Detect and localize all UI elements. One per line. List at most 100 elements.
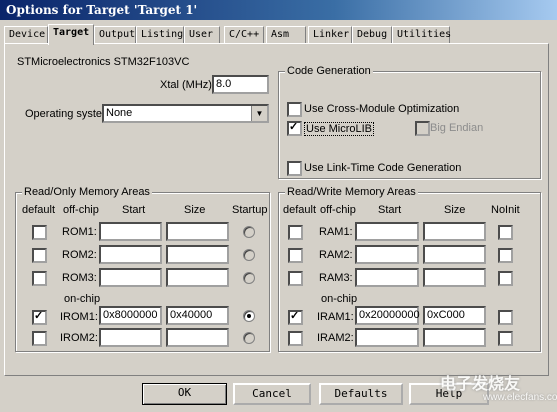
rom3-startup-radio[interactable] [243, 272, 255, 284]
ram2-noinit-checkbox[interactable] [498, 248, 513, 263]
rom1-start-input[interactable] [99, 222, 162, 241]
rom3-size-input[interactable] [166, 268, 229, 287]
rom2-start-input[interactable] [99, 245, 162, 264]
big-endian-checkbox[interactable] [415, 121, 430, 136]
checkmark-icon: ✓ [290, 310, 300, 322]
tab-user[interactable]: User [184, 26, 220, 43]
ram-header-size: Size [444, 204, 466, 216]
rom1-startup-radio[interactable] [243, 226, 255, 238]
ram-onchip-label: on-chip [321, 293, 358, 305]
irom2-default-checkbox[interactable] [32, 331, 47, 346]
rom-header-offchip: off-chip [63, 204, 99, 216]
rom3-start-input[interactable] [99, 268, 162, 287]
tab-utilities[interactable]: Utilities [392, 26, 451, 43]
ram2-default-checkbox[interactable] [288, 248, 303, 263]
cross-module-label: Use Cross-Module Optimization [304, 103, 460, 115]
tab-asm[interactable]: Asm [266, 26, 306, 43]
tab-linker[interactable]: Linker [308, 26, 352, 43]
watermark-text: 电子发烧友 [440, 376, 521, 393]
big-endian-label: Big Endian [430, 122, 484, 134]
rom-header-startup: Startup [232, 204, 268, 216]
rom3-label: ROM3: [62, 272, 97, 284]
tab-device[interactable]: Device [4, 26, 48, 43]
iram2-size-input[interactable] [423, 328, 486, 347]
irom1-label: IROM1: [60, 311, 98, 323]
rom2-startup-radio[interactable] [243, 249, 255, 261]
ram1-size-input[interactable] [423, 222, 486, 241]
rom-onchip-label: on-chip [64, 293, 101, 305]
xtal-input[interactable]: 8.0 [212, 75, 269, 94]
defaults-button[interactable]: Defaults [319, 383, 403, 405]
radio-dot-icon [247, 314, 251, 318]
ram3-noinit-checkbox[interactable] [498, 271, 513, 286]
tab-output[interactable]: Output [94, 26, 136, 43]
code-generation-title: Code Generation [285, 65, 373, 77]
watermark-url: www.elecfans.com [483, 392, 557, 403]
iram1-size-input[interactable]: 0xC000 [423, 306, 486, 325]
ram1-noinit-checkbox[interactable] [498, 225, 513, 240]
ram3-label: RAM3: [319, 272, 353, 284]
irom1-size-input[interactable]: 0x40000 [166, 306, 229, 325]
chevron-down-icon[interactable]: ▼ [251, 106, 267, 121]
iram2-noinit-checkbox[interactable] [498, 331, 513, 346]
link-time-checkbox[interactable] [287, 161, 302, 176]
rom1-default-checkbox[interactable] [32, 225, 47, 240]
checkmark-icon: ✓ [289, 121, 299, 133]
tab-debug[interactable]: Debug [352, 26, 392, 43]
irom2-label: IROM2: [60, 332, 98, 344]
ram1-label: RAM1: [319, 226, 353, 238]
irom2-startup-radio[interactable] [243, 332, 255, 344]
ram-header-offchip: off-chip [320, 204, 356, 216]
ram3-default-checkbox[interactable] [288, 271, 303, 286]
rom1-label: ROM1: [62, 226, 97, 238]
os-select[interactable]: None ▼ [102, 104, 269, 123]
ram2-start-input[interactable] [355, 245, 419, 264]
ram3-start-input[interactable] [355, 268, 419, 287]
checkmark-icon: ✓ [34, 310, 44, 322]
rom-group-title: Read/Only Memory Areas [22, 186, 152, 198]
ram-header-start: Start [378, 204, 402, 216]
ram-header-default: default [283, 204, 317, 216]
ram2-label: RAM2: [319, 249, 353, 261]
iram2-default-checkbox[interactable] [288, 331, 303, 346]
iram2-start-input[interactable] [355, 328, 419, 347]
iram1-default-checkbox[interactable]: ✓ [288, 310, 303, 325]
tab-target[interactable]: Target [48, 24, 94, 45]
window-title: Options for Target 'Target 1' [0, 0, 557, 20]
irom1-startup-radio[interactable] [243, 310, 255, 322]
rom-header-size: Size [184, 204, 206, 216]
device-name: STMicroelectronics STM32F103VC [17, 56, 190, 68]
rom2-label: ROM2: [62, 249, 97, 261]
iram1-noinit-checkbox[interactable] [498, 310, 513, 325]
rom-header-start: Start [122, 204, 146, 216]
microlib-checkbox[interactable]: ✓ [287, 121, 302, 136]
ram-header-noinit: NoInit [491, 204, 520, 216]
xtal-label: Xtal (MHz): [160, 79, 215, 91]
rom2-default-checkbox[interactable] [32, 248, 47, 263]
ram-group-title: Read/Write Memory Areas [285, 186, 418, 198]
iram2-label: IRAM2: [317, 332, 354, 344]
ram1-start-input[interactable] [355, 222, 419, 241]
tab-listing[interactable]: Listing [136, 26, 184, 43]
rom-header-default: default [22, 204, 56, 216]
tab-c-cpp[interactable]: C/C++ [224, 26, 264, 43]
microlib-label: Use MicroLIB [304, 122, 375, 136]
irom1-default-checkbox[interactable]: ✓ [32, 310, 47, 325]
cancel-button[interactable]: Cancel [233, 383, 311, 405]
os-label: Operating system: [25, 108, 115, 120]
ram1-default-checkbox[interactable] [288, 225, 303, 240]
ram3-size-input[interactable] [423, 268, 486, 287]
ram2-size-input[interactable] [423, 245, 486, 264]
rom1-size-input[interactable] [166, 222, 229, 241]
iram1-start-input[interactable]: 0x20000000 [355, 306, 420, 325]
irom2-size-input[interactable] [166, 328, 229, 347]
irom1-start-input[interactable]: 0x8000000 [99, 306, 162, 325]
ok-button[interactable]: OK [142, 383, 227, 405]
rom2-size-input[interactable] [166, 245, 229, 264]
rom3-default-checkbox[interactable] [32, 271, 47, 286]
link-time-label: Use Link-Time Code Generation [304, 162, 462, 174]
cross-module-checkbox[interactable] [287, 102, 302, 117]
iram1-label: IRAM1: [317, 311, 354, 323]
os-select-value: None [106, 107, 133, 119]
irom2-start-input[interactable] [99, 328, 162, 347]
